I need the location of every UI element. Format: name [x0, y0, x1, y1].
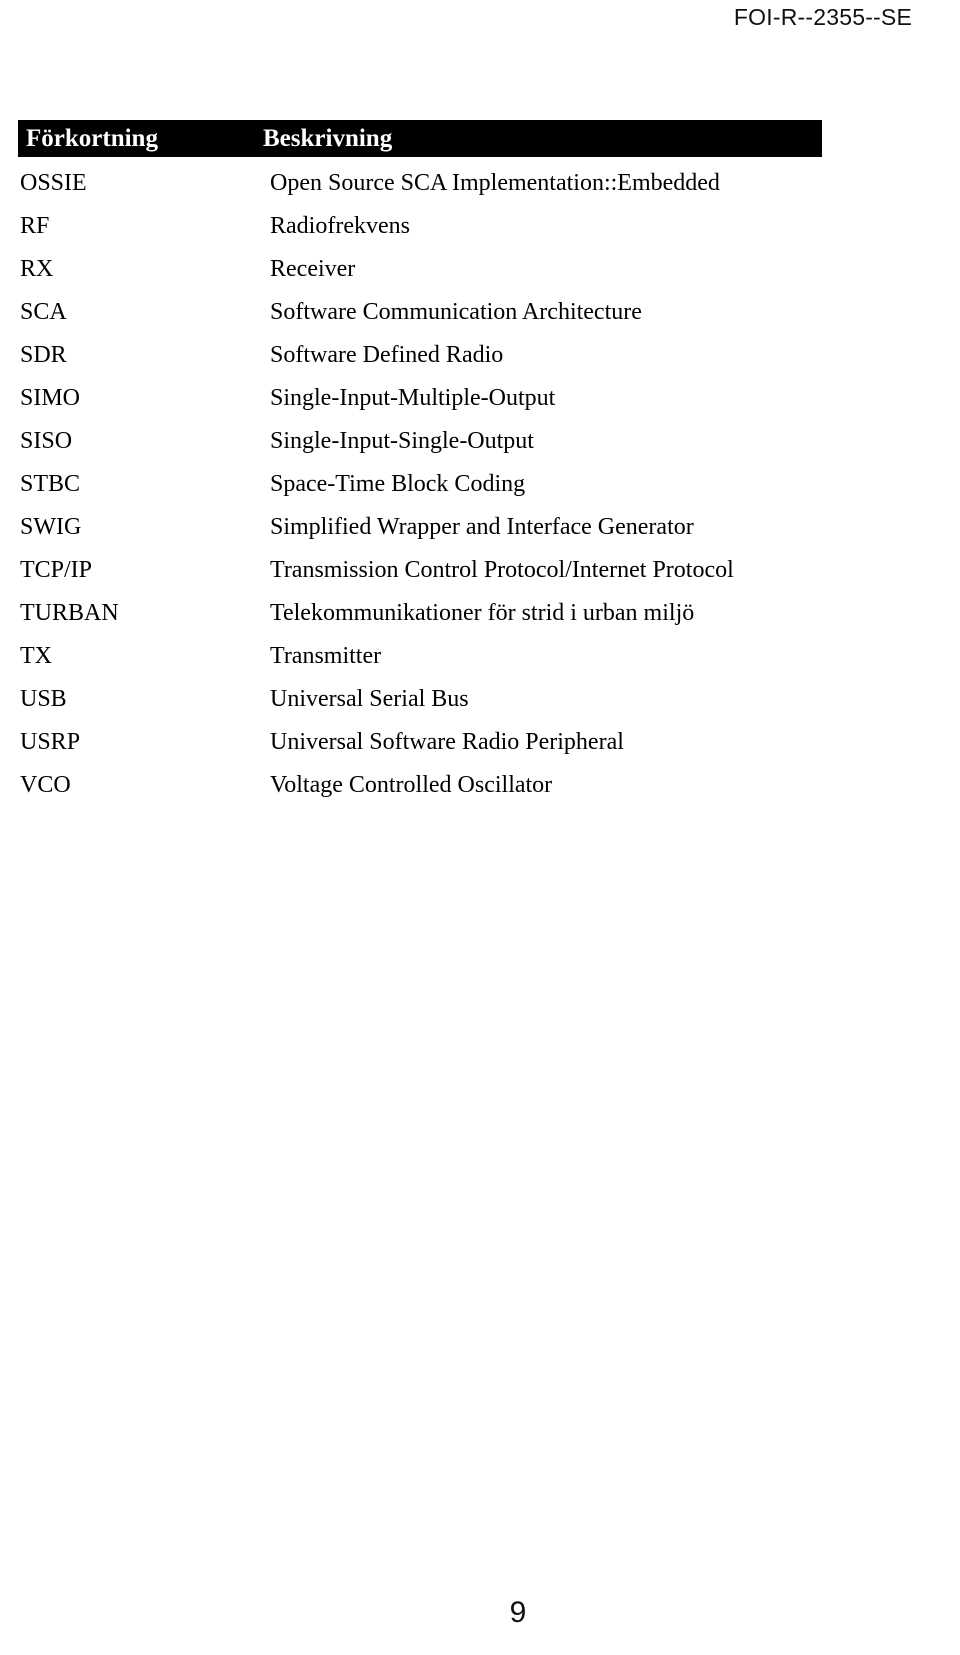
cell-abbreviation: SISO: [20, 428, 73, 454]
table-row: RF Radiofrekvens: [18, 212, 822, 255]
cell-description: Radiofrekvens: [270, 213, 410, 239]
cell-abbreviation: VCO: [20, 772, 71, 798]
cell-description: Voltage Controlled Oscillator: [270, 772, 553, 798]
table-row: VCO Voltage Controlled Oscillator: [18, 771, 822, 814]
cell-abbreviation: RX: [20, 256, 54, 282]
table-row: USRP Universal Software Radio Peripheral: [18, 728, 822, 771]
cell-abbreviation: SWIG: [20, 514, 82, 540]
page-number: 9: [509, 1596, 527, 1629]
table-row: TCP/IP Transmission Control Protocol/Inte…: [18, 556, 822, 599]
table-row: SCA Software Communication Architecture: [18, 298, 822, 341]
cell-abbreviation: SCA: [20, 299, 67, 325]
table-row: TX Transmitter: [18, 642, 822, 685]
table-row: OSSIE Open Source SCA Implementation::Emb…: [18, 169, 822, 212]
document-report-id: FOI-R--2355--SE: [733, 4, 912, 30]
table-row: USB Universal Serial Bus: [18, 685, 822, 728]
table-row: SWIG Simplified Wrapper and Interface Gen…: [18, 513, 822, 556]
cell-description: Universal Software Radio Peripheral: [270, 729, 624, 755]
cell-description: Space-Time Block Coding: [270, 471, 526, 497]
table-row: RX Receiver: [18, 255, 822, 298]
abbreviations-table: Förkortning Beskrivning OSSIE Open Source…: [18, 120, 822, 814]
table-row: STBC Space-Time Block Coding: [18, 470, 822, 513]
document-running-header: FOI-R--2355--SE: [0, 0, 960, 44]
cell-description: Transmission Control Protocol/Internet P…: [270, 557, 734, 583]
table-row: SDR Software Defined Radio: [18, 341, 822, 384]
cell-abbreviation: USB: [20, 686, 67, 712]
table-header-row: Förkortning Beskrivning: [18, 120, 822, 157]
cell-description: Software Defined Radio: [270, 342, 504, 368]
table-body: OSSIE Open Source SCA Implementation::Emb…: [18, 157, 822, 814]
table-row: SISO Single-Input-Single-Output: [18, 427, 822, 470]
table-row: SIMO Single-Input-Multiple-Output: [18, 384, 822, 427]
cell-abbreviation: RF: [20, 213, 50, 239]
cell-abbreviation: USRP: [20, 729, 81, 755]
table-row: TURBAN Telekommunikationer för strid i ur…: [18, 599, 822, 642]
cell-description: Open Source SCA Implementation::Embedded: [270, 170, 720, 196]
cell-description: Transmitter: [270, 643, 382, 669]
cell-abbreviation: TURBAN: [20, 600, 119, 626]
cell-abbreviation: TCP/IP: [20, 557, 93, 583]
document-footer: 9: [0, 1596, 960, 1630]
cell-abbreviation: SDR: [20, 342, 67, 368]
cell-description: Telekommunikationer för strid i urban mi…: [270, 600, 695, 626]
cell-description: Software Communication Architecture: [270, 299, 642, 325]
cell-description: Single-Input-Multiple-Output: [270, 385, 556, 411]
cell-abbreviation: TX: [20, 643, 52, 669]
column-header-description: Beskrivning: [263, 125, 393, 152]
cell-description: Receiver: [270, 256, 356, 282]
cell-description: Single-Input-Single-Output: [270, 428, 534, 454]
document-page: FOI-R--2355--SE Förkortning Beskrivning …: [0, 0, 960, 1655]
cell-description: Universal Serial Bus: [270, 686, 469, 712]
column-header-abbreviation: Förkortning: [26, 125, 158, 152]
cell-abbreviation: OSSIE: [20, 170, 87, 196]
cell-abbreviation: STBC: [20, 471, 81, 497]
cell-abbreviation: SIMO: [20, 385, 81, 411]
cell-description: Simplified Wrapper and Interface Generat…: [270, 514, 694, 540]
